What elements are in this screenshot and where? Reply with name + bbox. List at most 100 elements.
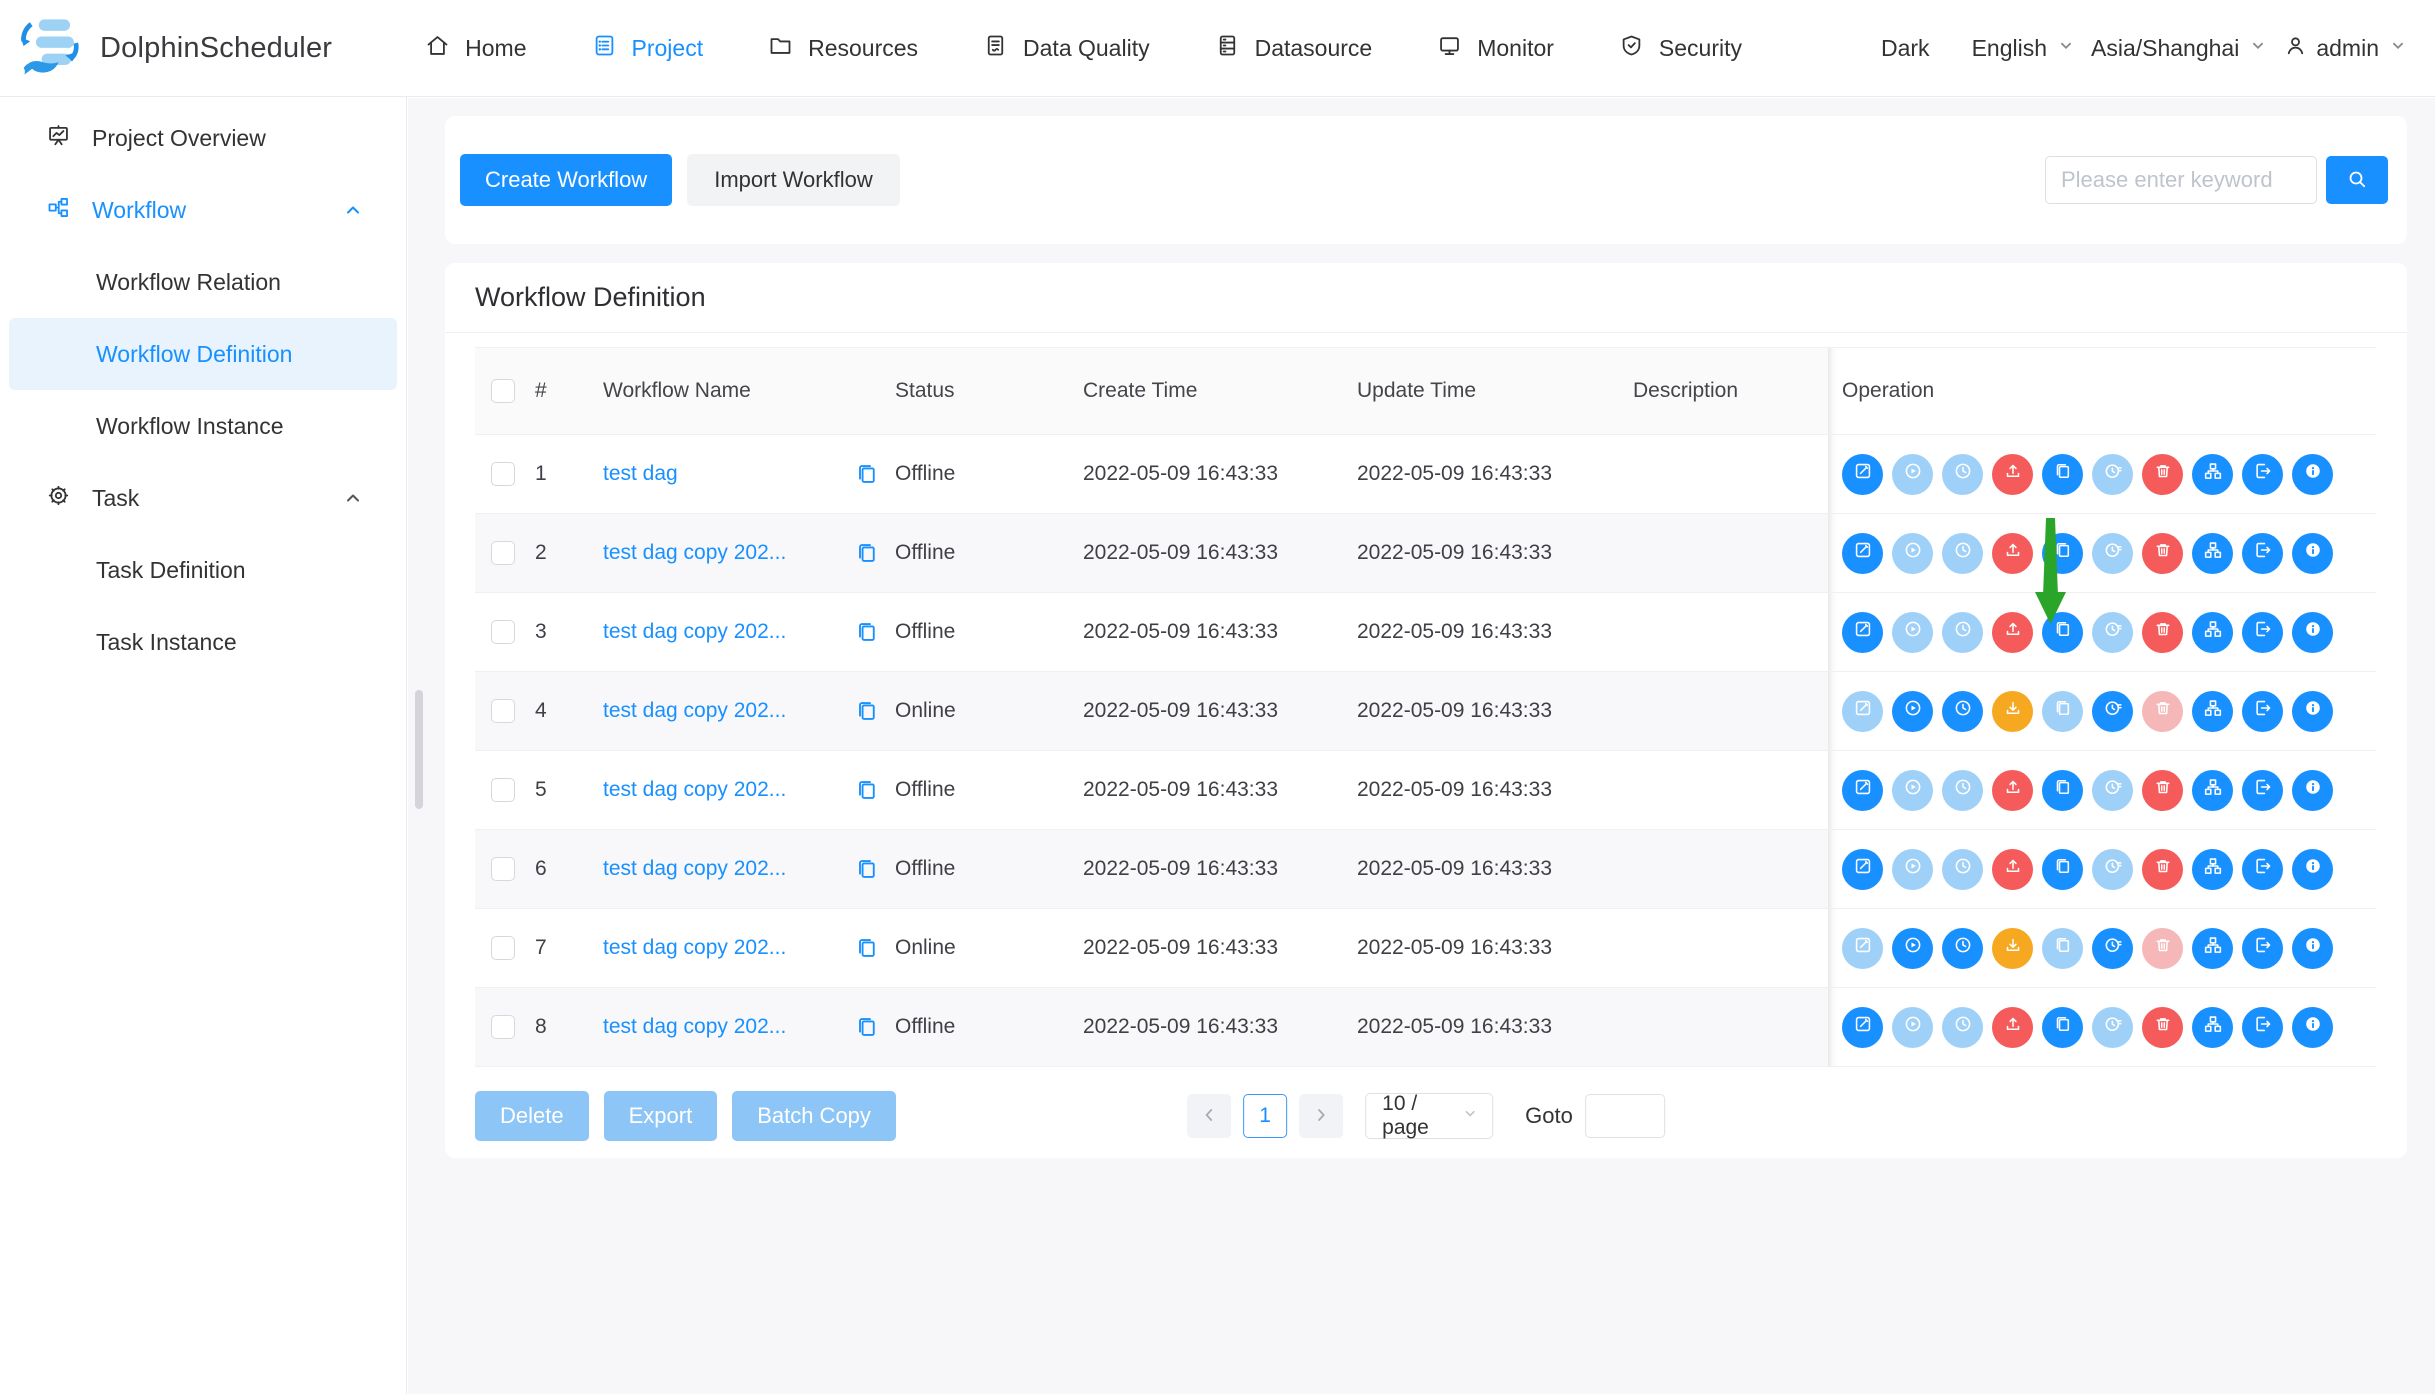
copy-name-icon[interactable]: [853, 618, 881, 646]
start-operation-button[interactable]: [1892, 612, 1933, 653]
edit-operation-button[interactable]: [1842, 849, 1883, 890]
edit-operation-button[interactable]: [1842, 1007, 1883, 1048]
timezone-selector[interactable]: Asia/Shanghai: [2091, 34, 2269, 62]
cron-operation-button[interactable]: [2092, 1007, 2133, 1048]
copy-operation-button[interactable]: [2042, 770, 2083, 811]
edit-operation-button[interactable]: [1842, 770, 1883, 811]
export-operation-button[interactable]: [2242, 612, 2283, 653]
copy-name-icon[interactable]: [853, 855, 881, 883]
edit-operation-button[interactable]: [1842, 612, 1883, 653]
row-checkbox[interactable]: [491, 541, 515, 565]
copy-name-icon[interactable]: [853, 697, 881, 725]
start-operation-button[interactable]: [1892, 691, 1933, 732]
copy-name-icon[interactable]: [853, 776, 881, 804]
upload-operation-button[interactable]: [1992, 612, 2033, 653]
page-number-button[interactable]: 1: [1243, 1094, 1287, 1138]
scrollbar-thumb[interactable]: [415, 690, 423, 809]
info-operation-button[interactable]: [2292, 770, 2333, 811]
goto-page-input[interactable]: [1585, 1094, 1665, 1138]
copy-operation-button[interactable]: [2042, 1007, 2083, 1048]
search-input[interactable]: [2045, 156, 2317, 204]
tree-operation-button[interactable]: [2192, 928, 2233, 969]
sidebar-item-task[interactable]: Task: [9, 462, 397, 534]
start-operation-button[interactable]: [1892, 849, 1933, 890]
sidebar-item-workflow-instance[interactable]: Workflow Instance: [9, 390, 397, 462]
nav-item-project[interactable]: Project: [591, 32, 704, 65]
copy-operation-button[interactable]: [2042, 612, 2083, 653]
nav-item-resources[interactable]: Resources: [767, 32, 918, 65]
copy-operation-button[interactable]: [2042, 533, 2083, 574]
select-all-checkbox[interactable]: [491, 379, 515, 403]
prev-page-button[interactable]: [1187, 1094, 1231, 1138]
sidebar-item-workflow-definition[interactable]: Workflow Definition: [9, 318, 397, 390]
theme-toggle-button[interactable]: Dark: [1881, 35, 1930, 62]
cron-operation-button[interactable]: [2092, 770, 2133, 811]
copy-name-icon[interactable]: [853, 539, 881, 567]
copy-name-icon[interactable]: [853, 460, 881, 488]
copy-name-icon[interactable]: [853, 1013, 881, 1041]
timing-operation-button[interactable]: [1942, 454, 1983, 495]
timing-operation-button[interactable]: [1942, 849, 1983, 890]
export-operation-button[interactable]: [2242, 770, 2283, 811]
tree-operation-button[interactable]: [2192, 691, 2233, 732]
language-selector[interactable]: English: [1972, 34, 2077, 62]
search-button[interactable]: [2326, 156, 2388, 204]
user-menu[interactable]: admin: [2283, 33, 2409, 64]
export-operation-button[interactable]: [2242, 691, 2283, 732]
edit-operation-button[interactable]: [1842, 691, 1883, 732]
start-operation-button[interactable]: [1892, 533, 1933, 574]
row-checkbox[interactable]: [491, 462, 515, 486]
row-checkbox[interactable]: [491, 699, 515, 723]
nav-item-home[interactable]: Home: [424, 32, 526, 65]
export-operation-button[interactable]: [2242, 533, 2283, 574]
download-operation-button[interactable]: [1992, 691, 2033, 732]
workflow-name-link[interactable]: test dag copy 202...: [603, 620, 786, 644]
workflow-name-link[interactable]: test dag copy 202...: [603, 1015, 786, 1039]
copy-operation-button[interactable]: [2042, 454, 2083, 495]
workflow-name-link[interactable]: test dag copy 202...: [603, 541, 786, 565]
workflow-name-link[interactable]: test dag copy 202...: [603, 778, 786, 802]
delete-operation-button[interactable]: [2142, 612, 2183, 653]
timing-operation-button[interactable]: [1942, 1007, 1983, 1048]
export-operation-button[interactable]: [2242, 1007, 2283, 1048]
dolphinscheduler-logo[interactable]: DolphinScheduler: [16, 14, 332, 83]
nav-item-data-quality[interactable]: Data Quality: [982, 32, 1150, 65]
info-operation-button[interactable]: [2292, 454, 2333, 495]
tree-operation-button[interactable]: [2192, 1007, 2233, 1048]
workflow-name-link[interactable]: test dag copy 202...: [603, 699, 786, 723]
copy-operation-button[interactable]: [2042, 691, 2083, 732]
export-button[interactable]: Export: [604, 1091, 718, 1141]
info-operation-button[interactable]: [2292, 533, 2333, 574]
edit-operation-button[interactable]: [1842, 454, 1883, 495]
upload-operation-button[interactable]: [1992, 454, 2033, 495]
nav-item-security[interactable]: Security: [1618, 32, 1742, 65]
start-operation-button[interactable]: [1892, 1007, 1933, 1048]
tree-operation-button[interactable]: [2192, 770, 2233, 811]
workflow-name-link[interactable]: test dag copy 202...: [603, 936, 786, 960]
delete-operation-button[interactable]: [2142, 770, 2183, 811]
row-checkbox[interactable]: [491, 620, 515, 644]
export-operation-button[interactable]: [2242, 928, 2283, 969]
cron-operation-button[interactable]: [2092, 849, 2133, 890]
export-operation-button[interactable]: [2242, 849, 2283, 890]
row-checkbox[interactable]: [491, 778, 515, 802]
row-checkbox[interactable]: [491, 1015, 515, 1039]
delete-operation-button[interactable]: [2142, 691, 2183, 732]
timing-operation-button[interactable]: [1942, 691, 1983, 732]
upload-operation-button[interactable]: [1992, 1007, 2033, 1048]
cron-operation-button[interactable]: [2092, 928, 2133, 969]
workflow-name-link[interactable]: test dag: [603, 462, 678, 486]
delete-operation-button[interactable]: [2142, 849, 2183, 890]
info-operation-button[interactable]: [2292, 1007, 2333, 1048]
upload-operation-button[interactable]: [1992, 533, 2033, 574]
sidebar-item-workflow-relation[interactable]: Workflow Relation: [9, 246, 397, 318]
timing-operation-button[interactable]: [1942, 770, 1983, 811]
nav-item-datasource[interactable]: Datasource: [1214, 32, 1373, 65]
nav-item-monitor[interactable]: Monitor: [1436, 32, 1554, 65]
copy-operation-button[interactable]: [2042, 928, 2083, 969]
timing-operation-button[interactable]: [1942, 928, 1983, 969]
info-operation-button[interactable]: [2292, 928, 2333, 969]
export-operation-button[interactable]: [2242, 454, 2283, 495]
cron-operation-button[interactable]: [2092, 691, 2133, 732]
tree-operation-button[interactable]: [2192, 454, 2233, 495]
